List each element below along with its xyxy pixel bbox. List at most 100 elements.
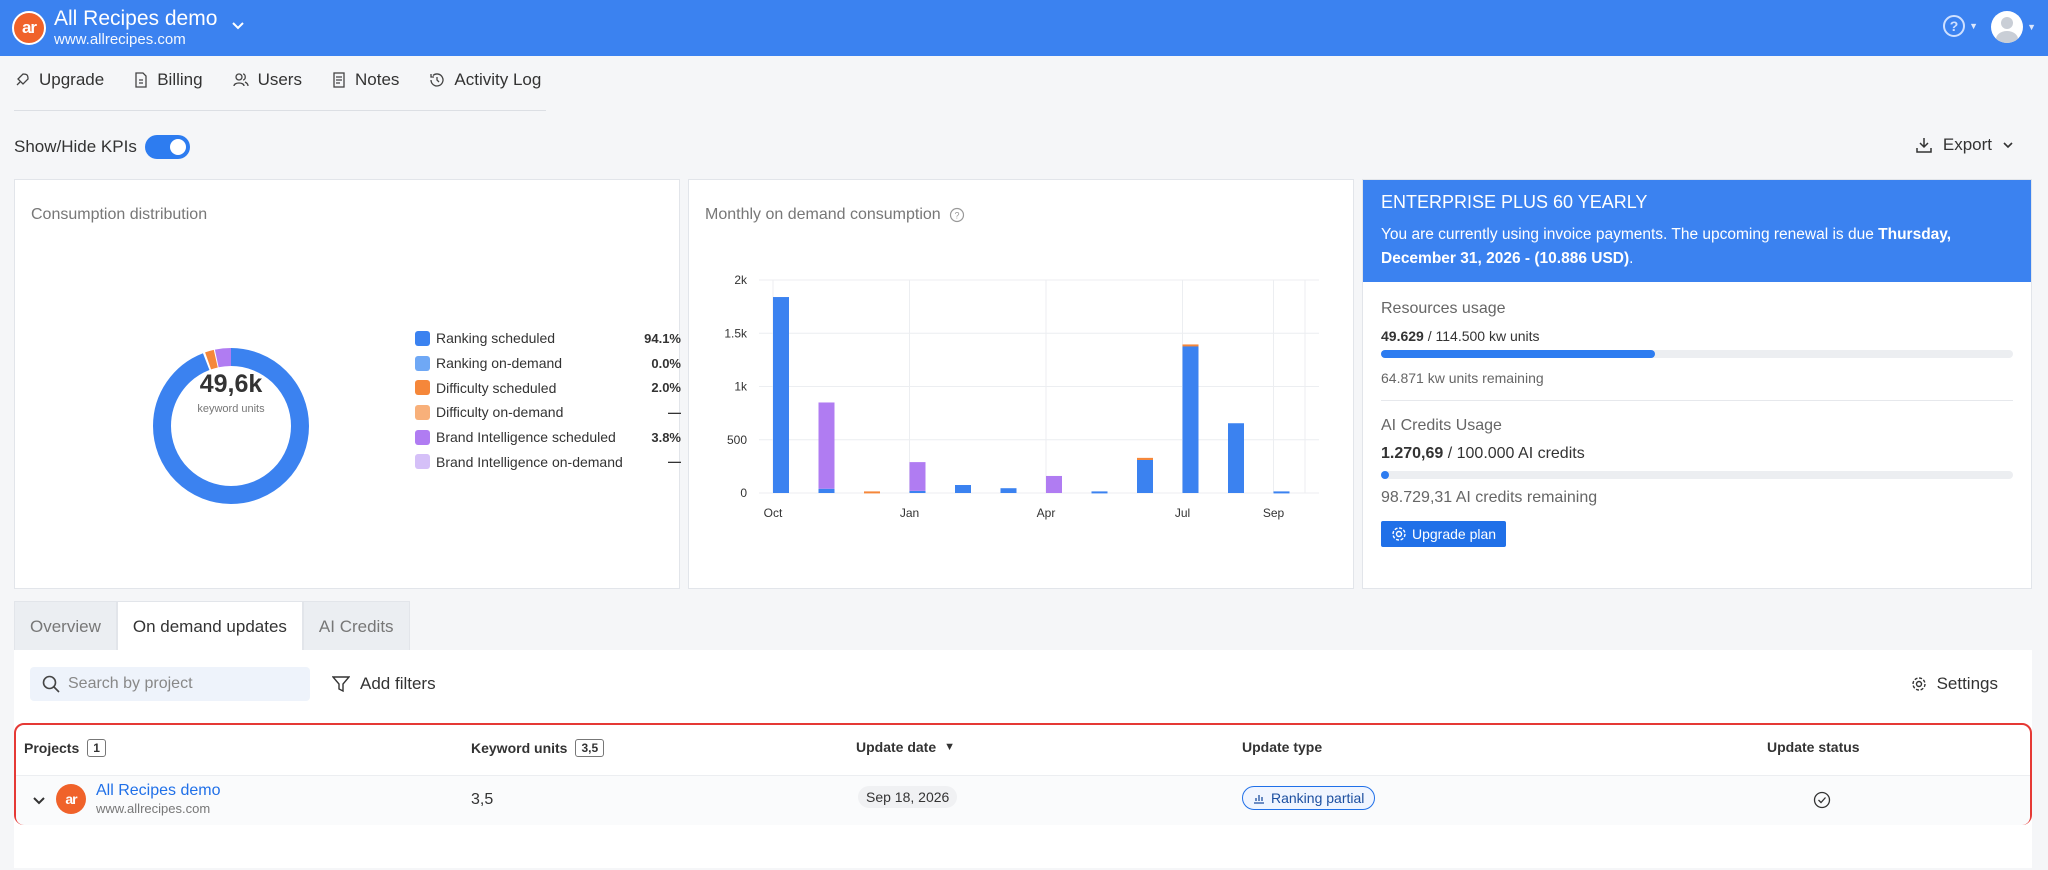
site-name: All Recipes demo xyxy=(54,7,218,31)
tab-ai-credits[interactable]: AI Credits xyxy=(302,601,410,651)
settings-button[interactable]: Settings xyxy=(1911,674,1998,694)
question-circle-icon[interactable]: ? xyxy=(949,207,965,223)
monthly-title: Monthly on demand consumption ? xyxy=(705,206,965,224)
upgrade-plan-button[interactable]: Upgrade plan xyxy=(1381,521,1507,547)
legend-item[interactable]: Difficulty scheduled 2.0% xyxy=(415,375,681,400)
col-projects[interactable]: Projects 1 xyxy=(24,739,106,757)
chart-icon xyxy=(1254,795,1264,804)
chevron-down-icon[interactable] xyxy=(231,18,245,34)
nav-billing[interactable]: Billing xyxy=(134,70,203,90)
ai-credits-total: / 100.000 AI credits xyxy=(1443,445,1585,462)
site-url: www.allrecipes.com xyxy=(54,31,186,49)
col-update-date[interactable]: Update date ▼ xyxy=(856,739,955,755)
history-icon xyxy=(430,73,445,87)
svg-text:?: ? xyxy=(954,211,959,221)
search-placeholder: Search by project xyxy=(68,675,193,692)
avatar[interactable] xyxy=(1991,11,2024,43)
legend-item[interactable]: Difficulty on-demand — xyxy=(415,400,681,425)
users-icon xyxy=(232,73,249,87)
update-type-cell: Ranking partial xyxy=(1242,786,1376,810)
col-update-status[interactable]: Update status xyxy=(1767,739,1860,755)
update-type-badge[interactable]: Ranking partial xyxy=(1242,786,1376,810)
x-tick-label: Sep xyxy=(1263,506,1285,520)
projects-count-badge: 1 xyxy=(87,739,106,757)
nav-notes-label: Notes xyxy=(354,70,400,89)
project-link[interactable]: All Recipes demo xyxy=(96,782,221,800)
col-projects-label: Projects xyxy=(24,740,80,756)
consumption-card: Consumption distribution 49,6k keyword u… xyxy=(14,179,681,589)
notes-icon xyxy=(333,72,345,88)
search-input[interactable]: Search by project xyxy=(30,667,310,701)
ai-credits-used: 1.270,69 xyxy=(1381,445,1444,462)
total-units-label: keyword units xyxy=(197,403,265,415)
legend-value: 94.1% xyxy=(644,330,681,346)
project-cell: All Recipes demo www.allrecipes.com xyxy=(96,782,221,816)
site-logo: ar xyxy=(12,11,46,45)
nav-users-label: Users xyxy=(257,70,302,89)
bar-segment xyxy=(1137,459,1153,493)
keyword-units-cell: 3,5 xyxy=(471,791,494,808)
monthly-bar-chart: 0 500 1k 1.5k 2k Oct Jan Apr Jul Sep xyxy=(724,273,1319,520)
question-circle-icon[interactable]: ? xyxy=(1943,15,1966,37)
consumption-donut xyxy=(153,348,309,504)
legend-value: 0.0% xyxy=(651,355,681,371)
rocket-icon xyxy=(16,73,29,86)
gear-icon xyxy=(1911,677,1926,691)
check-circle-icon xyxy=(1813,791,1831,809)
legend-value: 2.0% xyxy=(651,380,681,396)
add-filters-button[interactable]: Add filters xyxy=(332,674,436,694)
plan-divider xyxy=(1381,400,2013,401)
table-row[interactable]: ar All Recipes demo www.allrecipes.com 3… xyxy=(16,775,2030,825)
y-tick-label: 2k xyxy=(734,273,748,287)
chevron-down-icon[interactable] xyxy=(32,796,46,806)
caret-down-icon: ▼ xyxy=(2027,22,2036,32)
site-selector[interactable]: All Recipes demo www.allrecipes.com xyxy=(54,7,217,48)
kpi-toggle-row: Show/Hide KPIs xyxy=(14,135,190,159)
resources-progress xyxy=(1381,350,2013,358)
nav-notes[interactable]: Notes xyxy=(332,70,399,90)
col-keyword-units[interactable]: Keyword units 3,5 xyxy=(471,739,605,757)
plan-header: ENTERPRISE PLUS 60 YEARLY You are curren… xyxy=(1363,180,2031,282)
col-update-type[interactable]: Update type xyxy=(1242,739,1322,755)
nav-activity-log-label: Activity Log xyxy=(454,70,542,89)
add-filters-label: Add filters xyxy=(360,674,436,693)
bar-segment xyxy=(909,490,926,493)
legend-label: Ranking on-demand xyxy=(436,355,563,372)
nav-activity-log[interactable]: Activity Log xyxy=(429,70,541,90)
ai-credits-progress xyxy=(1381,471,2013,479)
export-label: Export xyxy=(1942,135,1992,154)
col-update-type-label: Update type xyxy=(1242,739,1323,755)
donut-center: 49,6k keyword units xyxy=(135,370,327,415)
tab-on-demand-updates[interactable]: On demand updates xyxy=(116,601,303,651)
top-bar: ar All Recipes demo www.allrecipes.com ?… xyxy=(0,0,2048,56)
updates-panel: Search by project Add filters Settings P… xyxy=(14,650,2032,868)
user-menu[interactable]: ▼ xyxy=(1991,11,2036,43)
plan-card: ENTERPRISE PLUS 60 YEARLY You are curren… xyxy=(1362,179,2032,589)
nav-divider xyxy=(14,110,546,111)
bar-segment xyxy=(1182,346,1199,493)
legend-item[interactable]: Ranking on-demand 0.0% xyxy=(415,351,681,376)
kpi-toggle-label: Show/Hide KPIs xyxy=(14,137,137,156)
tab-overview[interactable]: Overview xyxy=(14,601,117,651)
export-button[interactable]: Export xyxy=(1915,135,2014,155)
x-tick-label: Jul xyxy=(1175,506,1190,520)
legend-item[interactable]: Brand Intelligence scheduled 3.8% xyxy=(415,425,681,450)
legend-item[interactable]: Ranking scheduled 94.1% xyxy=(415,326,681,351)
help-menu[interactable]: ? ▼ xyxy=(1943,15,1978,37)
legend-swatch xyxy=(415,454,430,470)
ai-credits-progress-fill xyxy=(1381,471,1390,479)
bar-segment xyxy=(1000,488,1017,493)
gear-icon xyxy=(1392,527,1406,541)
bar-segment xyxy=(1046,475,1062,493)
filter-icon xyxy=(332,676,350,693)
sort-desc-icon: ▼ xyxy=(944,741,956,753)
resources-total: / 114.500 kw units xyxy=(1423,328,1540,344)
nav-upgrade[interactable]: Upgrade xyxy=(14,70,104,90)
updates-tabs: Overview On demand updates AI Credits xyxy=(14,601,410,651)
legend-swatch xyxy=(415,355,430,371)
nav-users[interactable]: Users xyxy=(232,70,302,90)
kpi-toggle-switch[interactable] xyxy=(144,135,190,159)
legend-item[interactable]: Brand Intelligence on-demand — xyxy=(415,449,681,474)
legend-swatch xyxy=(415,404,430,420)
update-type-label: Ranking partial xyxy=(1271,790,1365,806)
